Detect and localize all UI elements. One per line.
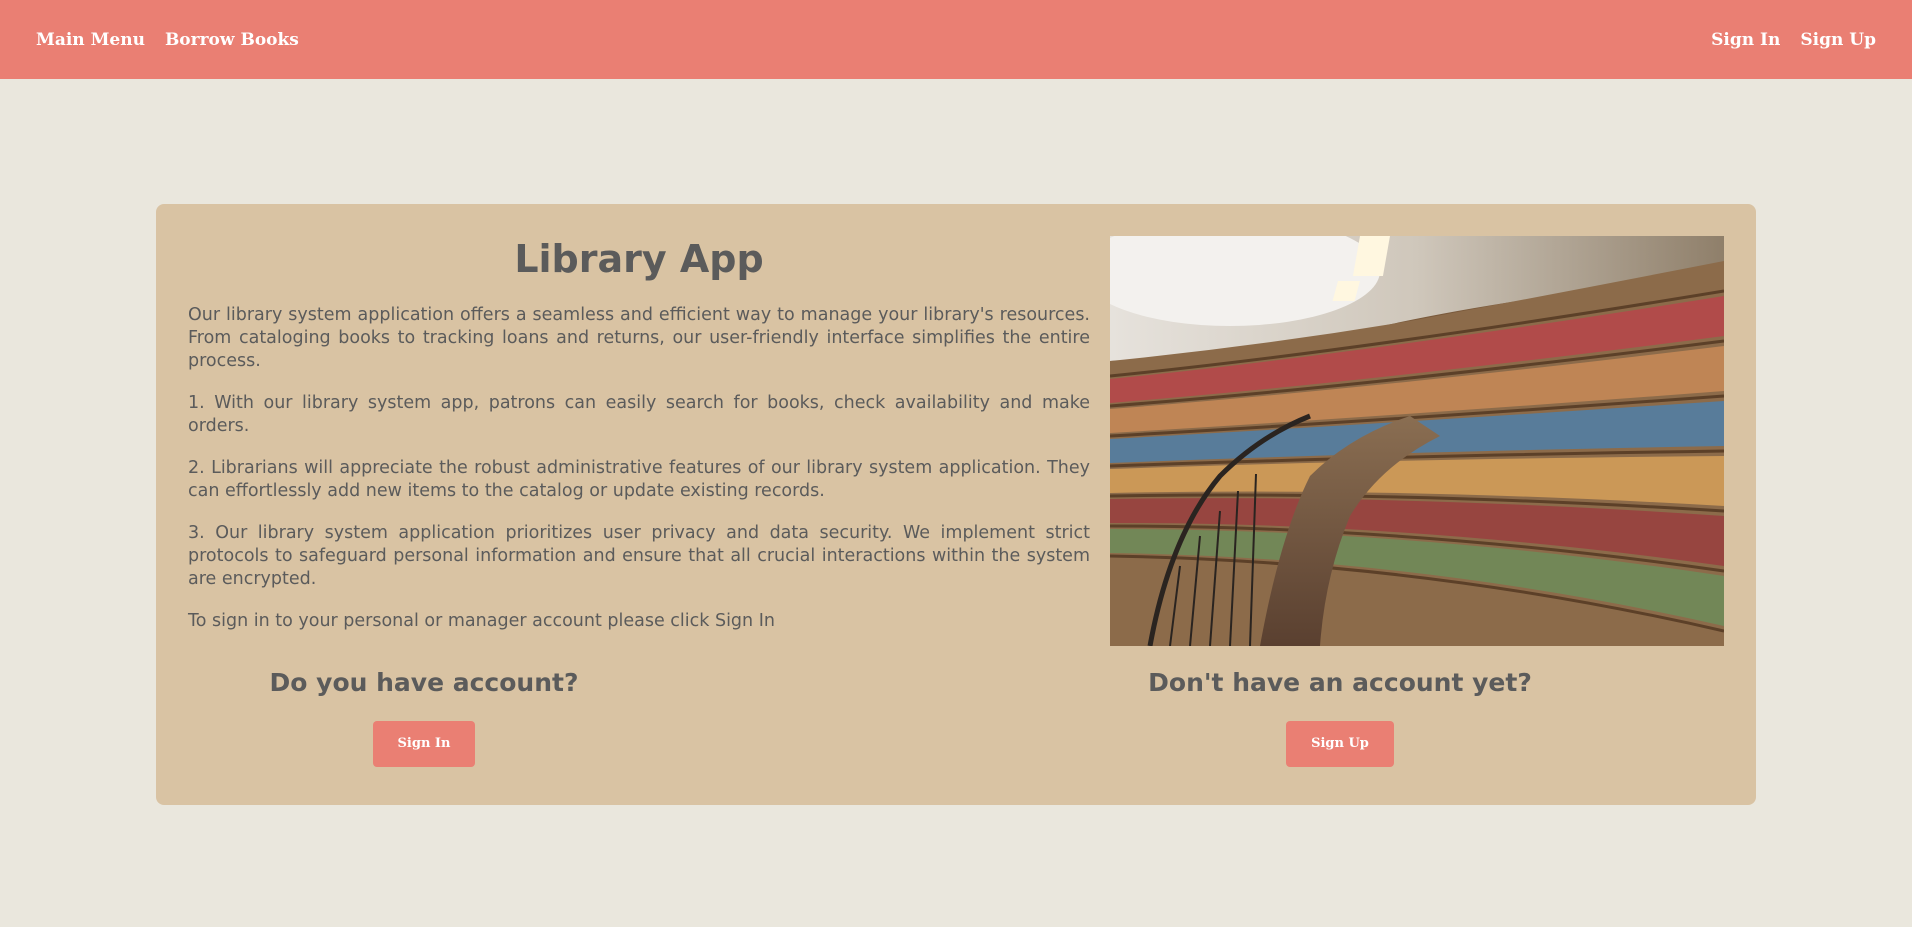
signup-cta: Don't have an account yet? Sign Up <box>1036 663 1644 767</box>
signin-button[interactable]: Sign In <box>373 721 475 767</box>
signin-note: To sign in to your personal or manager a… <box>188 611 775 631</box>
nav-borrow-books-link[interactable]: Borrow Books <box>165 30 299 50</box>
feature-point-3: 3. Our library system application priori… <box>188 523 1090 589</box>
signup-cta-heading: Don't have an account yet? <box>1148 668 1532 697</box>
signin-cta-heading: Do you have account? <box>269 668 579 697</box>
signin-cta: Do you have account? Sign In <box>120 663 728 767</box>
nav-right: Sign In Sign Up <box>1711 30 1876 50</box>
nav-main-menu-link[interactable]: Main Menu <box>36 30 145 50</box>
intro-paragraph: Our library system application offers a … <box>188 305 1090 371</box>
intro-text-column: Library App Our library system applicati… <box>188 234 1090 652</box>
top-navbar: Main Menu Borrow Books Sign In Sign Up <box>0 0 1912 79</box>
feature-point-1: 1. With our library system app, patrons … <box>188 393 1090 436</box>
nav-left: Main Menu Borrow Books <box>36 30 299 50</box>
feature-point-2: 2. Librarians will appreciate the robust… <box>188 458 1090 501</box>
nav-sign-up-link[interactable]: Sign Up <box>1800 30 1876 50</box>
library-bookshelves-image <box>1110 236 1724 646</box>
page-title: Library App <box>514 237 764 281</box>
intro-card: Library App Our library system applicati… <box>156 204 1756 805</box>
nav-sign-in-link[interactable]: Sign In <box>1711 30 1780 50</box>
signup-button[interactable]: Sign Up <box>1286 721 1394 767</box>
